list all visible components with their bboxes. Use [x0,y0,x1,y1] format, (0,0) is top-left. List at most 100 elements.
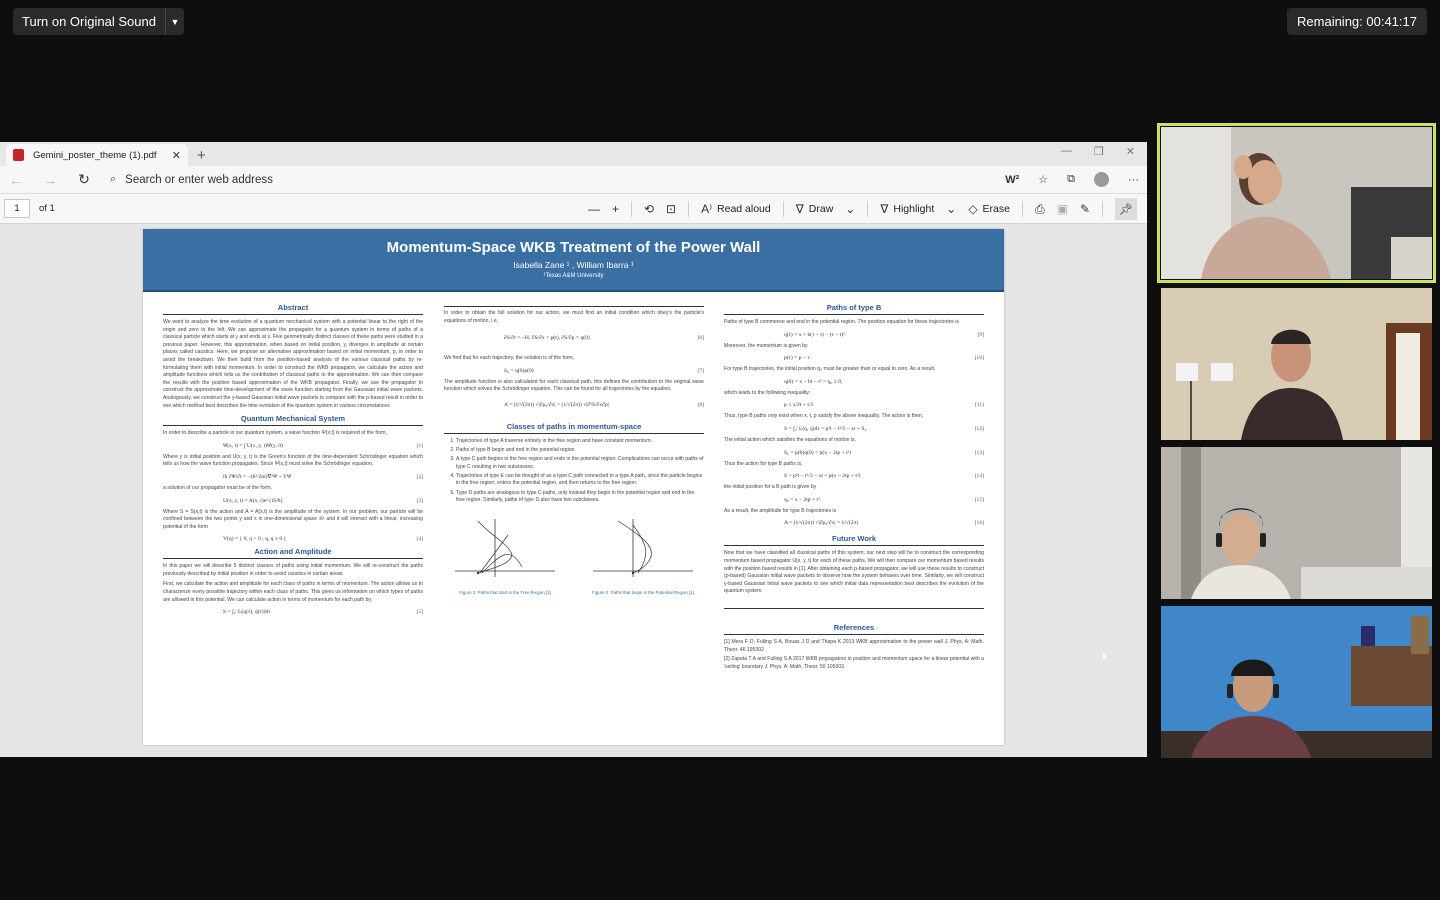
pdf-viewer[interactable]: Momentum-Space WKB Treatment of the Powe… [0,224,1147,757]
participant-video-tile[interactable] [1161,447,1432,599]
equation-body: A = (1/√(2π)) √|∂p₀/∂x| = (1/√(2π)) √|∂²… [504,401,609,408]
new-tab-icon[interactable]: + [197,147,206,164]
equation-body: ∂S/∂t = −H, ∂S/∂x = p(t), ∂S/∂p = q(0) [504,335,590,342]
participant-video [1161,127,1432,279]
participant-video-tile[interactable] [1161,606,1432,758]
poster-column-2: In order to obtain the full solution for… [444,299,704,595]
classes-list: Trajectories of type A traverse entirely… [444,438,704,505]
participant-video-tile-active-speaker[interactable] [1157,123,1436,283]
equation: q₀ = x − 2tp + t². [15] [724,497,984,503]
equation: p(τ) = p − τ. [10] [724,355,984,361]
action-paragraph: In this paper we will describe 5 distinc… [163,563,423,577]
highlight-button[interactable]: ∇ Highlight [880,202,934,216]
original-sound-label: Turn on Original Sound [22,14,156,29]
highlight-icon: ∇ [880,202,889,216]
print-button[interactable]: ⎙ [1035,202,1045,217]
participant-video-tile[interactable] [1161,288,1432,440]
draw-button[interactable]: ∇ Draw [796,202,834,216]
zoom-in-button[interactable]: + [612,202,619,216]
original-sound-button[interactable]: Turn on Original Sound ▼ [13,8,184,35]
figure-1-caption: Figure 1: Paths that start in the Free R… [459,589,551,595]
equation-number: [11] [974,402,984,409]
future-work-text: Now that we have classified all classica… [724,550,984,595]
poster-page: Momentum-Space WKB Treatment of the Powe… [143,229,1004,745]
equation: U(x, y, t) = A(x, t)e^{iS/ħ} [3] [163,498,423,504]
read-aloud-icon: A⁾ [701,202,713,216]
save-as-button[interactable]: ✎ [1080,202,1090,216]
equation: q(τ) = x + b(τ − t) − (τ − t)². [9] [724,332,984,338]
equation-body: S = ∫₀ᵗ L(q, q̇)dτ = p²t − t³/3 − xt + S… [784,425,867,432]
typeb-paragraph: Paths of type B commence and end in the … [724,319,959,325]
pin-icon: 📌︎ [1119,203,1133,216]
equation-number: [15] [974,496,984,503]
chevron-down-icon: ⌄ [946,202,957,216]
read-aloud-button[interactable]: A⁾ Read aloud [701,202,771,216]
fit-page-button[interactable]: ⊡ [666,202,676,216]
equation-body: S₀ = p(0)q(0) = p(x − 2tp + t²) [784,449,852,456]
action-paragraph: First, we calculate the action and ampli… [163,581,423,603]
save-button[interactable]: ▣ [1057,202,1068,216]
figure-2: Figure 2: Paths that begin in the Potent… [582,515,704,595]
restore-icon[interactable]: ❐ [1094,145,1104,158]
erase-button[interactable]: ◇ Erase [968,202,1010,216]
equation-body: S = ∫₀ᵗ L(q(τ), q̇(τ))dτ [223,609,271,616]
profile-avatar[interactable] [1094,172,1109,187]
figure-1-plot [455,518,555,577]
equation-body: q(τ) = x + b(τ − t) − (τ − t)². [784,331,847,338]
remaining-time-badge: Remaining: 00:41:17 [1287,8,1427,35]
draw-label: Draw [808,203,834,215]
participant-video [1161,606,1432,758]
equation-number: [10] [974,355,984,362]
equation: p ≤ x/2t + t/2 [11] [724,402,984,408]
rotate-button[interactable]: ⟲ [644,202,654,216]
address-input[interactable]: ⌕ Search or enter web address [110,169,987,191]
pdf-toolbar: 1 of 1 — + ⟲ ⊡ A⁾ Read aloud ∇ Draw ⌄ ∇ Hig… [0,194,1147,224]
equation: q(0) = x − bt − t² = q₀ ≥ 0, [724,379,984,385]
collections-icon[interactable]: ⧉ [1067,173,1075,186]
browser-tab[interactable]: Gemini_poster_theme (1).pdf ✕ [6,144,188,166]
equation: S = p²t − t³/3 − xt + p(x − 2tp + t²) [14… [724,473,984,479]
page-number-input[interactable]: 1 [4,199,30,218]
figure-1: Figure 1: Paths that start in the Free R… [444,515,566,595]
highlight-options-button[interactable]: ⌄ [946,202,956,216]
draw-options-button[interactable]: ⌄ [845,202,855,216]
minus-icon: — [587,202,600,216]
equation-number: [2] [416,473,423,480]
participant-video [1161,447,1432,599]
zoom-out-button[interactable]: — [588,202,600,216]
equation-body: S = p²t − t³/3 − xt + p(x − 2tp + t²) [784,473,861,480]
divider [724,607,984,609]
back-icon[interactable]: ← [8,172,24,188]
plus-icon: + [611,202,619,216]
address-bar: ← → ↻ ⌕ Search or enter web address W² ☆… [0,166,1147,194]
favorites-icon[interactable]: ☆ [1038,173,1048,186]
poster-header: Momentum-Space WKB Treatment of the Powe… [143,229,1004,292]
search-icon: ⌕ [110,173,117,185]
close-icon[interactable]: ✕ [172,149,181,162]
pin-toolbar-button[interactable]: 📌︎ [1115,198,1137,220]
divider [867,201,869,217]
forward-icon[interactable]: → [42,172,58,188]
typeb-paragraph: The initial action which satisfies the e… [724,436,856,443]
qms-paragraph: a solution of our propagator must be of … [163,484,273,491]
refresh-icon[interactable]: ↻ [76,171,92,188]
mouse-cursor [1103,654,1106,659]
equation-number: [5] [416,609,423,616]
chevron-down-icon[interactable]: ▼ [164,8,184,35]
divider [782,201,784,217]
pdf-icon [13,149,24,161]
minimize-icon[interactable]: — [1061,145,1072,158]
list-item: Paths of type B begin and end in the pot… [456,447,704,455]
reference-item: [2] Zapata T A and Fulling S A 2017 WKB … [724,656,984,670]
equation-body: V(q) = { 0, q < 0 ; q, q ≥ 0 } [223,536,287,543]
equation: Ψ(x, t) = ∫ U(x, y, t)Ψ(y, 0) [1] [163,443,423,449]
section-heading-future-work: Future Work [724,534,984,547]
window-close-icon[interactable]: ✕ [1126,145,1135,158]
equation-body: q₀ = x − 2tp + t². [784,496,822,503]
figure-2-plot [593,518,693,577]
typeb-paragraph: which leads to the following inequality: [724,389,811,396]
more-icon[interactable]: ··· [1128,174,1139,186]
equation-number: [13] [974,449,984,456]
word-icon[interactable]: W² [1005,174,1019,186]
fit-page-icon: ⊡ [666,202,677,216]
